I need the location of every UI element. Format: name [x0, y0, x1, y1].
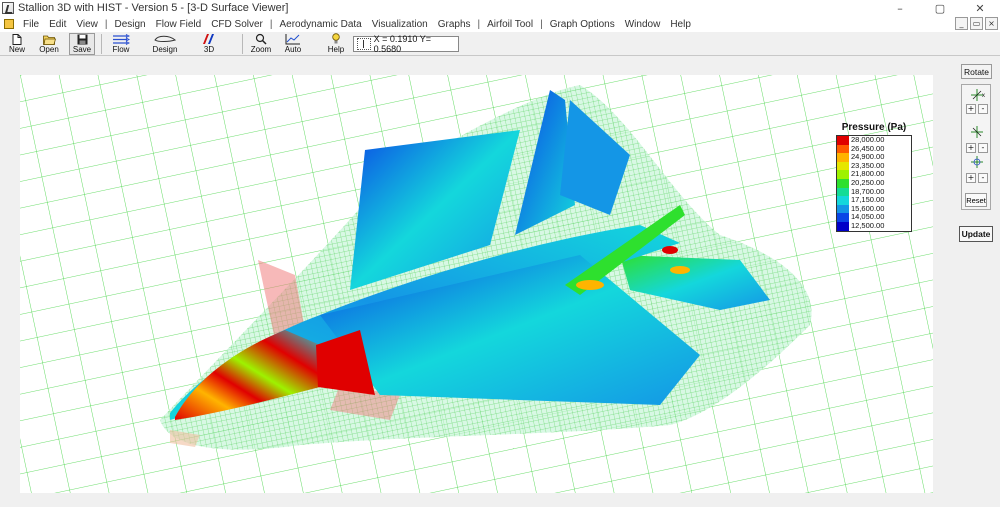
y-axis-icon — [969, 125, 985, 139]
flow-label: Flow — [112, 45, 130, 54]
3d-label: 3D — [203, 45, 215, 54]
x-rotate-minus-button[interactable]: - — [978, 104, 988, 114]
open-label: Open — [39, 45, 59, 54]
menu-help[interactable]: Help — [665, 19, 696, 30]
maximize-button[interactable]: ▢ — [920, 0, 960, 16]
menu-file[interactable]: File — [18, 19, 44, 30]
menu-aerodynamic-data[interactable]: Aerodynamic Data — [274, 19, 366, 30]
floppy-disk-icon — [71, 34, 93, 45]
mdi-restore-button[interactable]: ▭ — [970, 17, 983, 30]
menu-airfoil-tool[interactable]: Airfoil Tool — [482, 19, 538, 30]
3d-view-icon — [198, 33, 220, 45]
x-axis-icon: x — [969, 88, 985, 102]
toolbar-separator — [242, 34, 243, 54]
close-button[interactable]: ✕ — [960, 0, 1000, 16]
pressure-legend: Pressure (Pa) 28,000.00 26,450.00 24,900… — [836, 122, 912, 232]
coordinate-text: X = 0.1910 Y= 0.5680 — [373, 34, 431, 54]
zoom-button[interactable]: Zoom — [248, 33, 274, 55]
legend-swatch — [837, 178, 849, 188]
legend-swatch — [837, 213, 849, 222]
menu-design[interactable]: Design — [109, 19, 150, 30]
auto-scale-graph-icon — [282, 33, 304, 45]
z-rotate-plus-button[interactable]: + — [966, 173, 976, 183]
x-axis-letter: x — [982, 93, 985, 99]
flow-lines-icon — [110, 33, 132, 45]
legend-swatch — [837, 136, 849, 145]
mdi-minimize-button[interactable]: _ — [955, 17, 968, 30]
legend-swatch — [837, 153, 849, 162]
help-label: Help — [327, 45, 345, 54]
title-bar: Stallion 3D with HIST - Version 5 - [3-D… — [0, 0, 1000, 16]
x-rotate-plus-button[interactable]: + — [966, 104, 976, 114]
view-3d-button[interactable]: 3D — [196, 33, 222, 55]
legend-swatch — [837, 221, 849, 231]
legend-swatch — [837, 187, 849, 197]
menu-separator: | — [477, 18, 481, 30]
menu-separator: | — [540, 18, 543, 30]
auto-label: Auto — [284, 45, 302, 54]
legend-title: Pressure (Pa) — [841, 122, 907, 133]
menu-separator: | — [104, 18, 108, 30]
new-file-icon — [6, 33, 28, 45]
help-button[interactable]: Help — [323, 33, 349, 55]
stallion-app-icon — [2, 2, 14, 14]
menu-edit[interactable]: Edit — [44, 19, 71, 30]
app-window: Stallion 3D with HIST - Version 5 - [3-D… — [0, 0, 1000, 507]
help-bulb-icon — [325, 33, 347, 45]
menu-graphs[interactable]: Graphs — [433, 19, 476, 30]
axis-rotation-group: x + - + - + - Reset — [961, 84, 991, 210]
update-button[interactable]: Update — [959, 226, 993, 242]
airfoil-icon — [154, 33, 176, 45]
surface-viewer-canvas[interactable]: Pressure (Pa) 28,000.00 26,450.00 24,900… — [20, 75, 933, 493]
design-button[interactable]: Design — [150, 33, 180, 55]
toolbar: New Open Save Flow Design 3D Zoom Auto H… — [0, 32, 1000, 56]
menu-separator: | — [269, 18, 273, 30]
rotate-button[interactable]: Rotate — [961, 64, 992, 79]
legend-swatch — [837, 161, 849, 171]
y-rotate-plus-button[interactable]: + — [966, 143, 976, 153]
window-title: Stallion 3D with HIST - Version 5 - [3-D… — [18, 2, 289, 14]
menu-bar: File Edit View | Design Flow Field CFD S… — [0, 16, 1000, 32]
hot-spot — [662, 246, 678, 254]
y-rotate-minus-button[interactable]: - — [978, 143, 988, 153]
pressure-surface-plot — [20, 75, 933, 493]
legend-label: 12,500.00 — [851, 220, 885, 230]
zoom-label: Zoom — [250, 45, 272, 54]
menu-graph-options[interactable]: Graph Options — [545, 19, 620, 30]
open-button[interactable]: Open — [36, 33, 62, 55]
legend-swatch — [837, 204, 849, 214]
legend-color-bar — [837, 136, 849, 231]
auto-button[interactable]: Auto — [280, 33, 306, 55]
new-button[interactable]: New — [4, 33, 30, 55]
magnifier-icon — [250, 33, 272, 45]
menu-visualization[interactable]: Visualization — [367, 19, 433, 30]
minimize-button[interactable]: – — [880, 0, 920, 16]
z-axis-icon — [969, 155, 985, 169]
hot-spot — [576, 280, 604, 290]
document-icon — [4, 19, 14, 29]
coordinate-readout: X = 0.1910 Y= 0.5680 — [353, 34, 459, 54]
open-folder-icon — [38, 33, 60, 45]
legend-swatch — [837, 196, 849, 205]
menu-flow-field[interactable]: Flow Field — [151, 19, 207, 30]
flow-button[interactable]: Flow — [108, 33, 134, 55]
menu-window[interactable]: Window — [620, 19, 666, 30]
hot-spot — [670, 266, 690, 274]
save-button[interactable]: Save — [69, 33, 95, 55]
new-label: New — [8, 45, 25, 54]
legend-swatch — [837, 170, 849, 179]
toolbar-separator — [101, 34, 102, 54]
reset-button[interactable]: Reset — [965, 193, 987, 207]
menu-cfd-solver[interactable]: CFD Solver — [206, 19, 268, 30]
menu-view[interactable]: View — [71, 19, 103, 30]
save-label: Save — [72, 45, 92, 54]
design-label: Design — [152, 45, 178, 54]
crosshair-icon — [357, 38, 371, 50]
legend-swatch — [837, 144, 849, 154]
z-rotate-minus-button[interactable]: - — [978, 173, 988, 183]
mdi-close-button[interactable]: × — [985, 17, 998, 30]
